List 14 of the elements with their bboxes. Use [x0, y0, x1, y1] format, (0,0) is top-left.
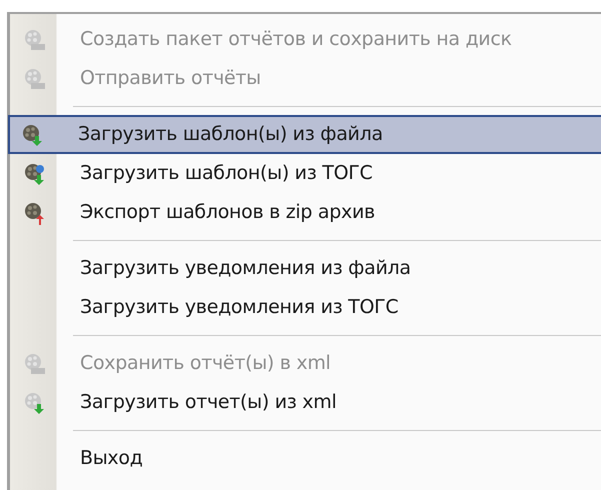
- menu-item[interactable]: Загрузить шаблон(ы) из файла: [8, 115, 601, 154]
- emblem-download-icon: [23, 390, 47, 414]
- menu-item[interactable]: Загрузить отчет(ы) из xml: [10, 383, 601, 422]
- gear-globe-icon: [23, 162, 47, 186]
- menu-item[interactable]: Экспорт шаблонов в zip архив: [10, 193, 601, 232]
- disabled-emblem-icon: [23, 66, 47, 90]
- menu-item[interactable]: Выход: [10, 439, 601, 478]
- menu-item[interactable]: Загрузить уведомления из файла: [10, 249, 601, 288]
- menu-item[interactable]: Загрузить шаблон(ы) из ТОГС: [10, 154, 601, 193]
- disabled-emblem-icon: [23, 28, 47, 52]
- disabled-emblem-icon: [23, 352, 47, 376]
- menu-item[interactable]: Загрузить уведомления из ТОГС: [10, 288, 601, 327]
- gear-download-icon: [21, 122, 45, 146]
- gear-upload-icon: [23, 200, 47, 224]
